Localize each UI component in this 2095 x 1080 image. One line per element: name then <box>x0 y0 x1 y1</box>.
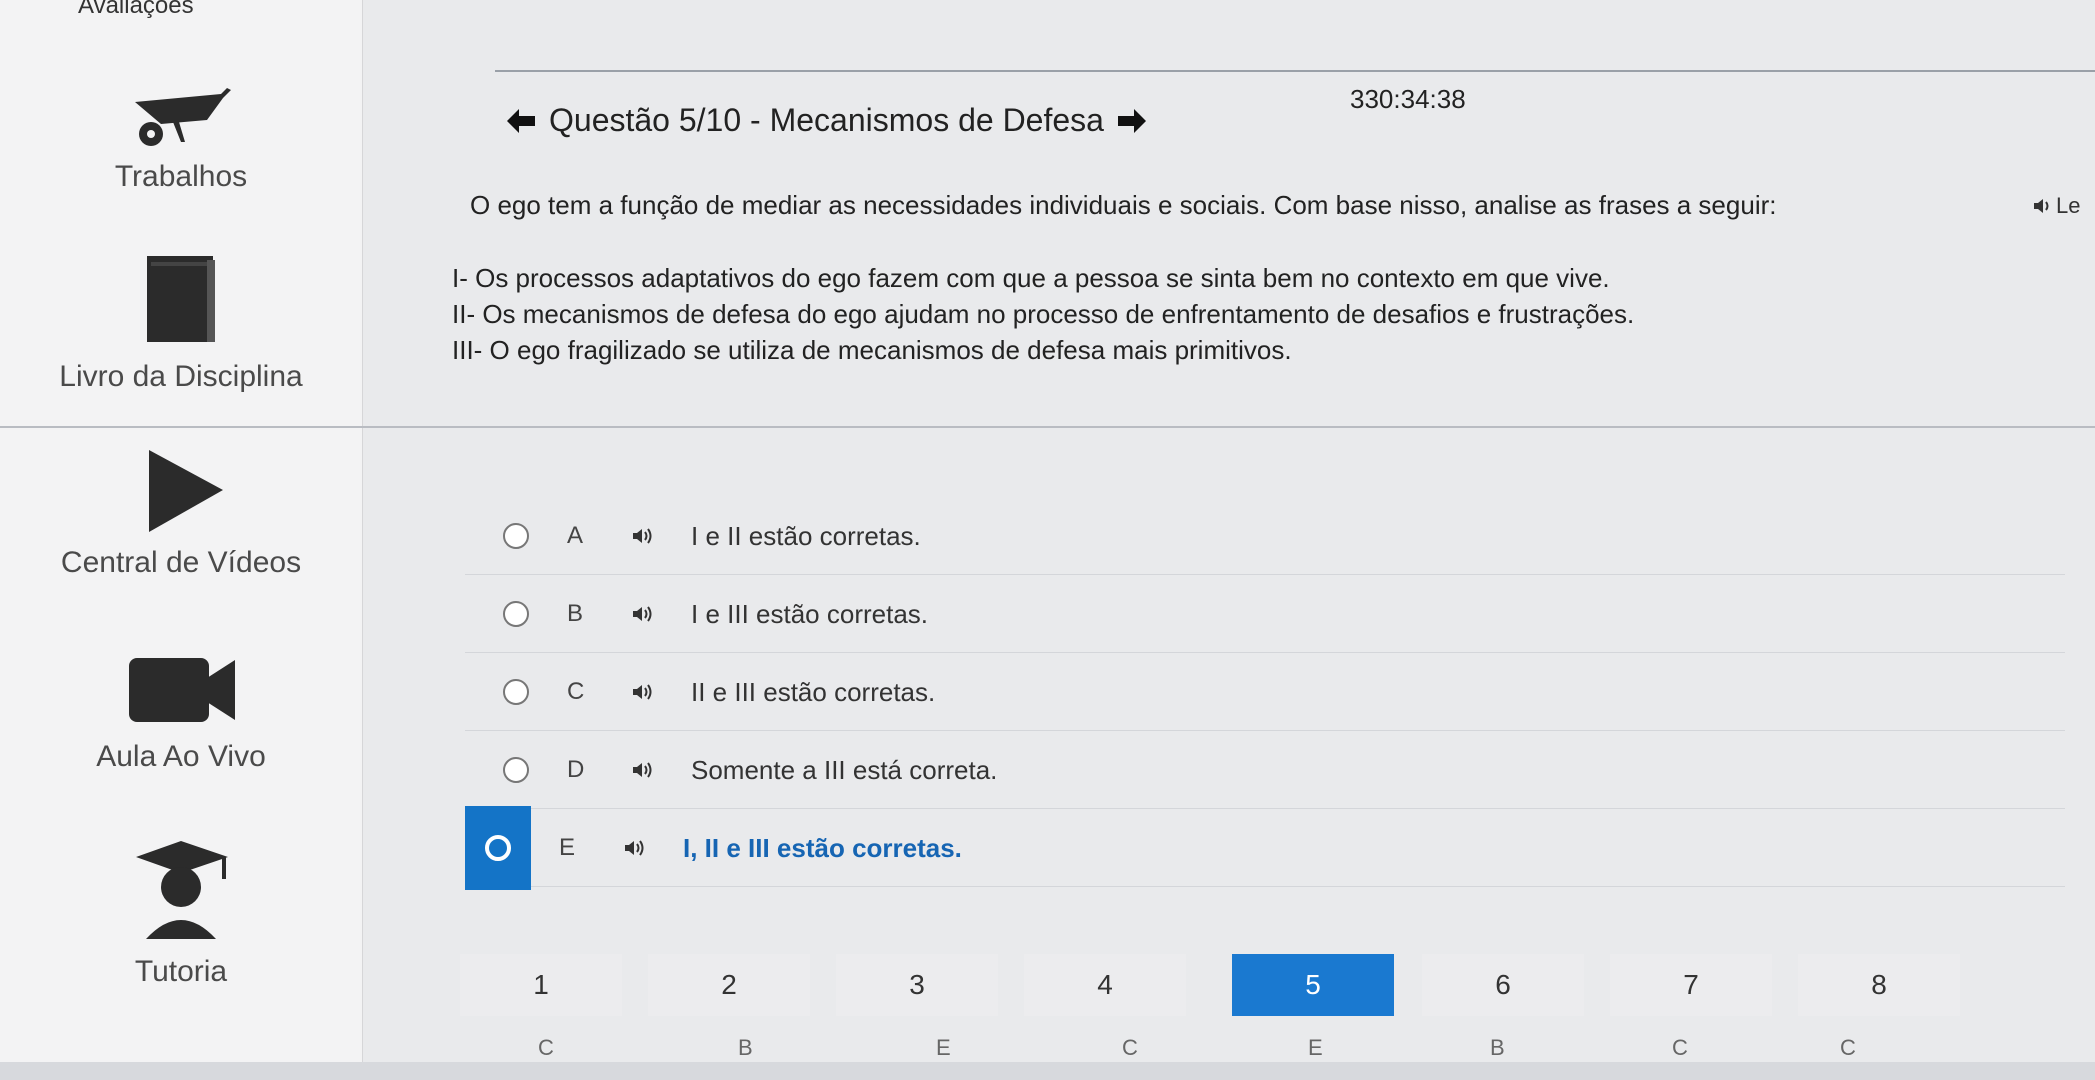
option-letter: B <box>567 600 584 627</box>
option-speaker-button[interactable] <box>631 682 691 702</box>
page-button-3[interactable]: 3 <box>836 954 998 1016</box>
sidebar-item-label: Livro da Disciplina <box>59 360 303 393</box>
play-icon <box>149 450 223 532</box>
sidebar-item-livro[interactable]: Livro da Disciplina <box>0 250 362 394</box>
statements: I- Os processos adaptativos do ego fazem… <box>452 260 1634 368</box>
sidebar-item-trabalhos[interactable]: Trabalhos <box>0 80 362 194</box>
page-answer-letter: E <box>1308 1035 1323 1060</box>
option-text: I e III estão corretas. <box>691 598 928 629</box>
statement-item: II- Os mecanismos de defesa do ego ajuda… <box>452 299 1635 329</box>
speaker-icon <box>633 528 652 544</box>
option-letter: A <box>567 522 584 549</box>
option-speaker-button[interactable] <box>631 526 691 546</box>
radio-button[interactable] <box>503 601 529 627</box>
wheelbarrow-icon <box>135 88 231 146</box>
page-answer-letter: C <box>1122 1035 1138 1060</box>
option-e[interactable]: E I, II e III estão corretas. <box>465 806 2065 890</box>
speaker-icon <box>633 606 652 622</box>
sidebar-item-label: Central de Vídeos <box>60 546 302 579</box>
book-icon <box>147 256 215 342</box>
page-button-4[interactable]: 4 <box>1024 954 1186 1016</box>
radio-button[interactable] <box>485 835 511 861</box>
question-text: O ego tem a função de mediar as necessid… <box>470 190 1777 220</box>
prev-question-button[interactable] <box>505 107 537 135</box>
sidebar-item-tutoria[interactable]: Tutoria <box>0 835 362 989</box>
question-title: Questão 5/10 - Mecanismos de Defesa <box>549 102 1104 138</box>
sidebar-item-label: Tutoria <box>134 955 228 988</box>
sidebar: Avaliações Trabalhos Livro da Disciplina… <box>0 0 363 1080</box>
radio-button[interactable] <box>503 757 529 783</box>
graduate-icon <box>136 841 228 939</box>
option-b[interactable]: B I e III estão corretas. <box>465 576 2065 653</box>
page-answer-letter: C <box>1840 1035 1856 1060</box>
page-button-7[interactable]: 7 <box>1610 954 1772 1016</box>
speaker-icon <box>625 840 644 856</box>
option-speaker-button[interactable] <box>623 838 683 858</box>
page-button-1[interactable]: 1 <box>460 954 622 1016</box>
sidebar-item-label: Aula Ao Vivo <box>96 740 266 773</box>
option-c[interactable]: C II e III estão corretas. <box>465 654 2065 731</box>
statement-item: I- Os processos adaptativos do ego fazem… <box>452 263 1610 293</box>
option-text: Somente a III está correta. <box>691 754 998 785</box>
page-answer-letter: B <box>1490 1035 1505 1060</box>
page-button-2[interactable]: 2 <box>648 954 810 1016</box>
listen-label: Le <box>2056 193 2081 218</box>
option-speaker-button[interactable] <box>631 760 691 780</box>
page-button-5[interactable]: 5 <box>1232 954 1394 1016</box>
arrow-left-icon <box>507 108 535 133</box>
speaker-icon <box>633 684 652 700</box>
sidebar-top-label[interactable]: Avaliações <box>78 0 194 20</box>
next-question-button[interactable] <box>1116 107 1148 135</box>
header-divider <box>495 70 2095 72</box>
option-text: I e II estão corretas. <box>691 520 921 551</box>
option-letter: E <box>559 834 576 861</box>
option-d[interactable]: D Somente a III está correta. <box>465 732 2065 809</box>
statement-item: III- O ego fragilizado se utiliza de mec… <box>452 335 1292 365</box>
listen-question-button[interactable]: Le <box>2032 193 2080 219</box>
content-divider <box>0 426 2095 428</box>
speaker-icon <box>633 762 652 778</box>
sidebar-item-label: Trabalhos <box>114 160 248 193</box>
sidebar-item-aula-ao-vivo[interactable]: Aula Ao Vivo <box>0 650 362 774</box>
option-letter: C <box>567 678 585 705</box>
page-answer-letter: C <box>538 1035 554 1060</box>
option-text: II e III estão corretas. <box>691 676 936 707</box>
radio-button[interactable] <box>503 523 529 549</box>
page-answer-letter: E <box>936 1035 951 1060</box>
page-button-6[interactable]: 6 <box>1422 954 1584 1016</box>
page-button-8[interactable]: 8 <box>1798 954 1960 1016</box>
sidebar-item-videos[interactable]: Central de Vídeos <box>0 446 362 580</box>
selected-radio-container[interactable] <box>465 806 531 890</box>
arrow-right-icon <box>1117 108 1146 133</box>
question-header: Questão 5/10 - Mecanismos de Defesa <box>505 102 1148 139</box>
option-a[interactable]: A I e II estão corretas. <box>465 498 2065 575</box>
timer: 330:34:38 <box>1350 84 1466 114</box>
footer-strip <box>0 1062 2095 1080</box>
speaker-icon <box>2034 199 2049 213</box>
page-answer-letter: B <box>738 1035 753 1060</box>
option-speaker-button[interactable] <box>631 604 691 624</box>
page-answer-letter: C <box>1672 1035 1688 1060</box>
option-letter: D <box>567 756 585 783</box>
option-text: I, II e III estão corretas. <box>683 832 962 863</box>
radio-button[interactable] <box>503 679 529 705</box>
video-camera-icon <box>129 658 235 722</box>
